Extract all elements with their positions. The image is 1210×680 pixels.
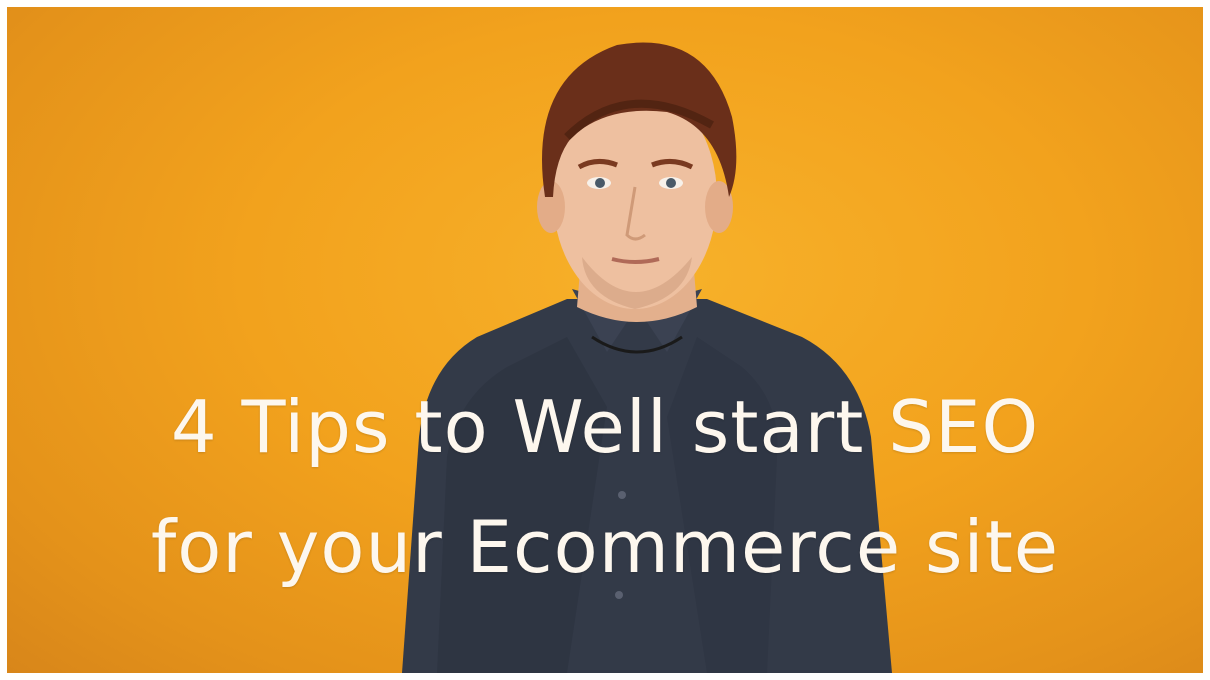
video-title-line-1: 4 Tips to Well start SEO (170, 385, 1040, 469)
video-title-line-2: for your Ecommerce site (150, 505, 1060, 589)
video-frame[interactable]: 4 Tips to Well start SEO for your Ecomme… (7, 7, 1203, 673)
